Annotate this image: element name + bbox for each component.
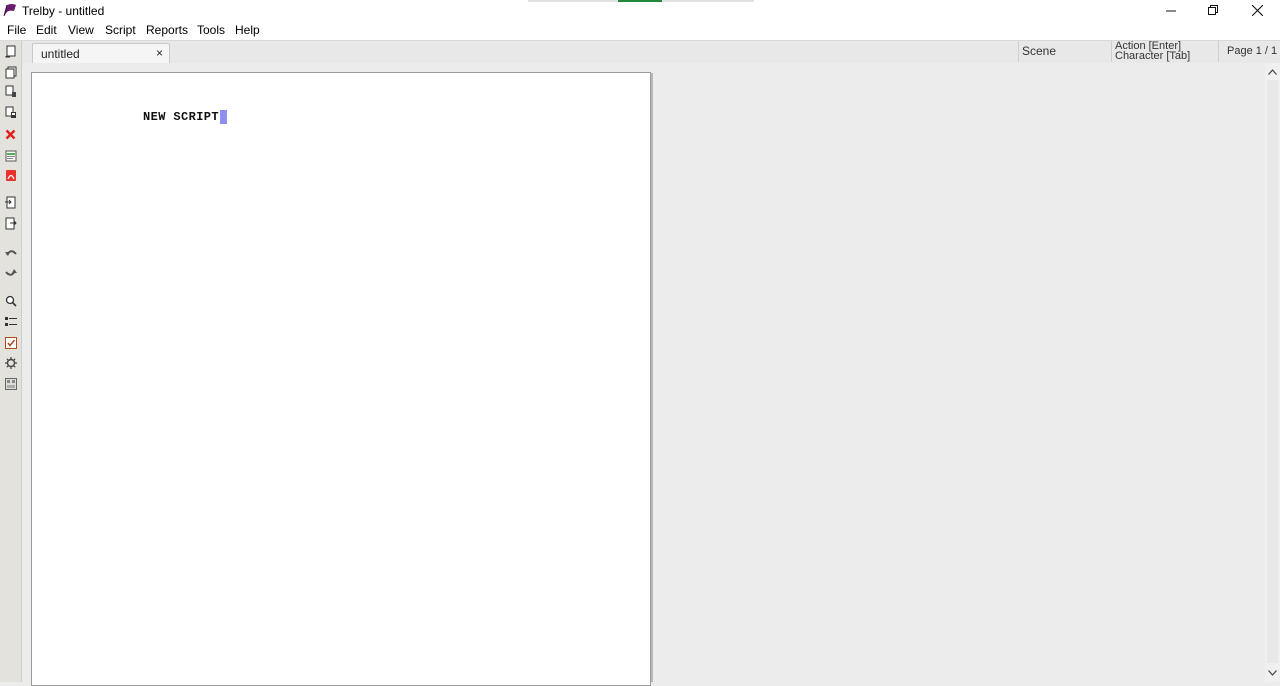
- status-separator: [1218, 41, 1219, 62]
- menu-edit[interactable]: Edit: [36, 23, 57, 37]
- close-window-button[interactable]: [1236, 0, 1278, 21]
- page-shadow: [651, 73, 653, 682]
- status-separator: [1111, 41, 1112, 62]
- script-page[interactable]: NEW SCRIPT: [31, 72, 651, 686]
- paste-from-icon[interactable]: [4, 217, 17, 230]
- settings-icon[interactable]: [4, 356, 17, 369]
- minimize-icon: [1165, 3, 1177, 19]
- about-icon[interactable]: [4, 377, 17, 390]
- script-line-text: NEW SCRIPT: [143, 110, 220, 124]
- open-icon[interactable]: [4, 66, 17, 79]
- copy-to-icon[interactable]: [4, 196, 17, 209]
- status-page-count: Page 1 / 1: [1227, 45, 1278, 57]
- status-key-hints: Action [Enter] Character [Tab]: [1115, 41, 1191, 62]
- minimize-button[interactable]: [1150, 0, 1192, 21]
- status-element-type: Scene: [1022, 44, 1057, 58]
- menu-view[interactable]: View: [68, 23, 94, 37]
- vertical-toolbar: [0, 41, 22, 682]
- import-icon[interactable]: [4, 149, 17, 162]
- vertical-scrollbar[interactable]: [1265, 63, 1280, 682]
- spell-check-icon[interactable]: [4, 336, 17, 349]
- title-strip-accent: [618, 0, 662, 2]
- export-pdf-icon[interactable]: [4, 169, 17, 182]
- scroll-track[interactable]: [1267, 80, 1278, 663]
- tab-close-icon[interactable]: ×: [156, 46, 163, 60]
- save-as-icon[interactable]: [4, 106, 17, 119]
- window-title: Trelby - untitled: [22, 4, 105, 18]
- menu-help[interactable]: Help: [235, 23, 260, 37]
- menu-file[interactable]: File: [7, 23, 26, 37]
- scroll-up-icon[interactable]: [1265, 64, 1280, 79]
- restore-icon: [1207, 3, 1219, 19]
- title-bar: Trelby - untitled: [0, 0, 1280, 21]
- status-separator: [1018, 41, 1019, 62]
- trelby-logo-icon: [3, 3, 17, 17]
- close-icon: [1251, 3, 1263, 19]
- save-icon[interactable]: [4, 85, 17, 98]
- editor-area[interactable]: NEW SCRIPT: [22, 63, 1265, 686]
- name-database-icon[interactable]: [4, 315, 17, 328]
- status-tab-hint: Character [Tab]: [1115, 50, 1191, 62]
- text-cursor: [220, 110, 228, 124]
- menu-reports[interactable]: Reports: [146, 23, 188, 37]
- menu-tools[interactable]: Tools: [197, 23, 225, 37]
- close-script-icon[interactable]: [4, 128, 17, 141]
- tab-strip: untitled ×: [22, 41, 1280, 64]
- restore-button[interactable]: [1192, 0, 1234, 21]
- menu-script[interactable]: Script: [105, 23, 136, 37]
- scroll-down-icon[interactable]: [1265, 665, 1280, 680]
- tab-label: untitled: [41, 47, 80, 61]
- script-line[interactable]: NEW SCRIPT: [143, 110, 228, 124]
- undo-icon[interactable]: [4, 246, 17, 259]
- find-icon[interactable]: [4, 294, 17, 307]
- new-script-icon[interactable]: [4, 45, 17, 58]
- redo-icon[interactable]: [4, 266, 17, 279]
- tab-untitled[interactable]: untitled ×: [32, 43, 170, 64]
- menu-bar: File Edit View Script Reports Tools Help: [0, 21, 1280, 40]
